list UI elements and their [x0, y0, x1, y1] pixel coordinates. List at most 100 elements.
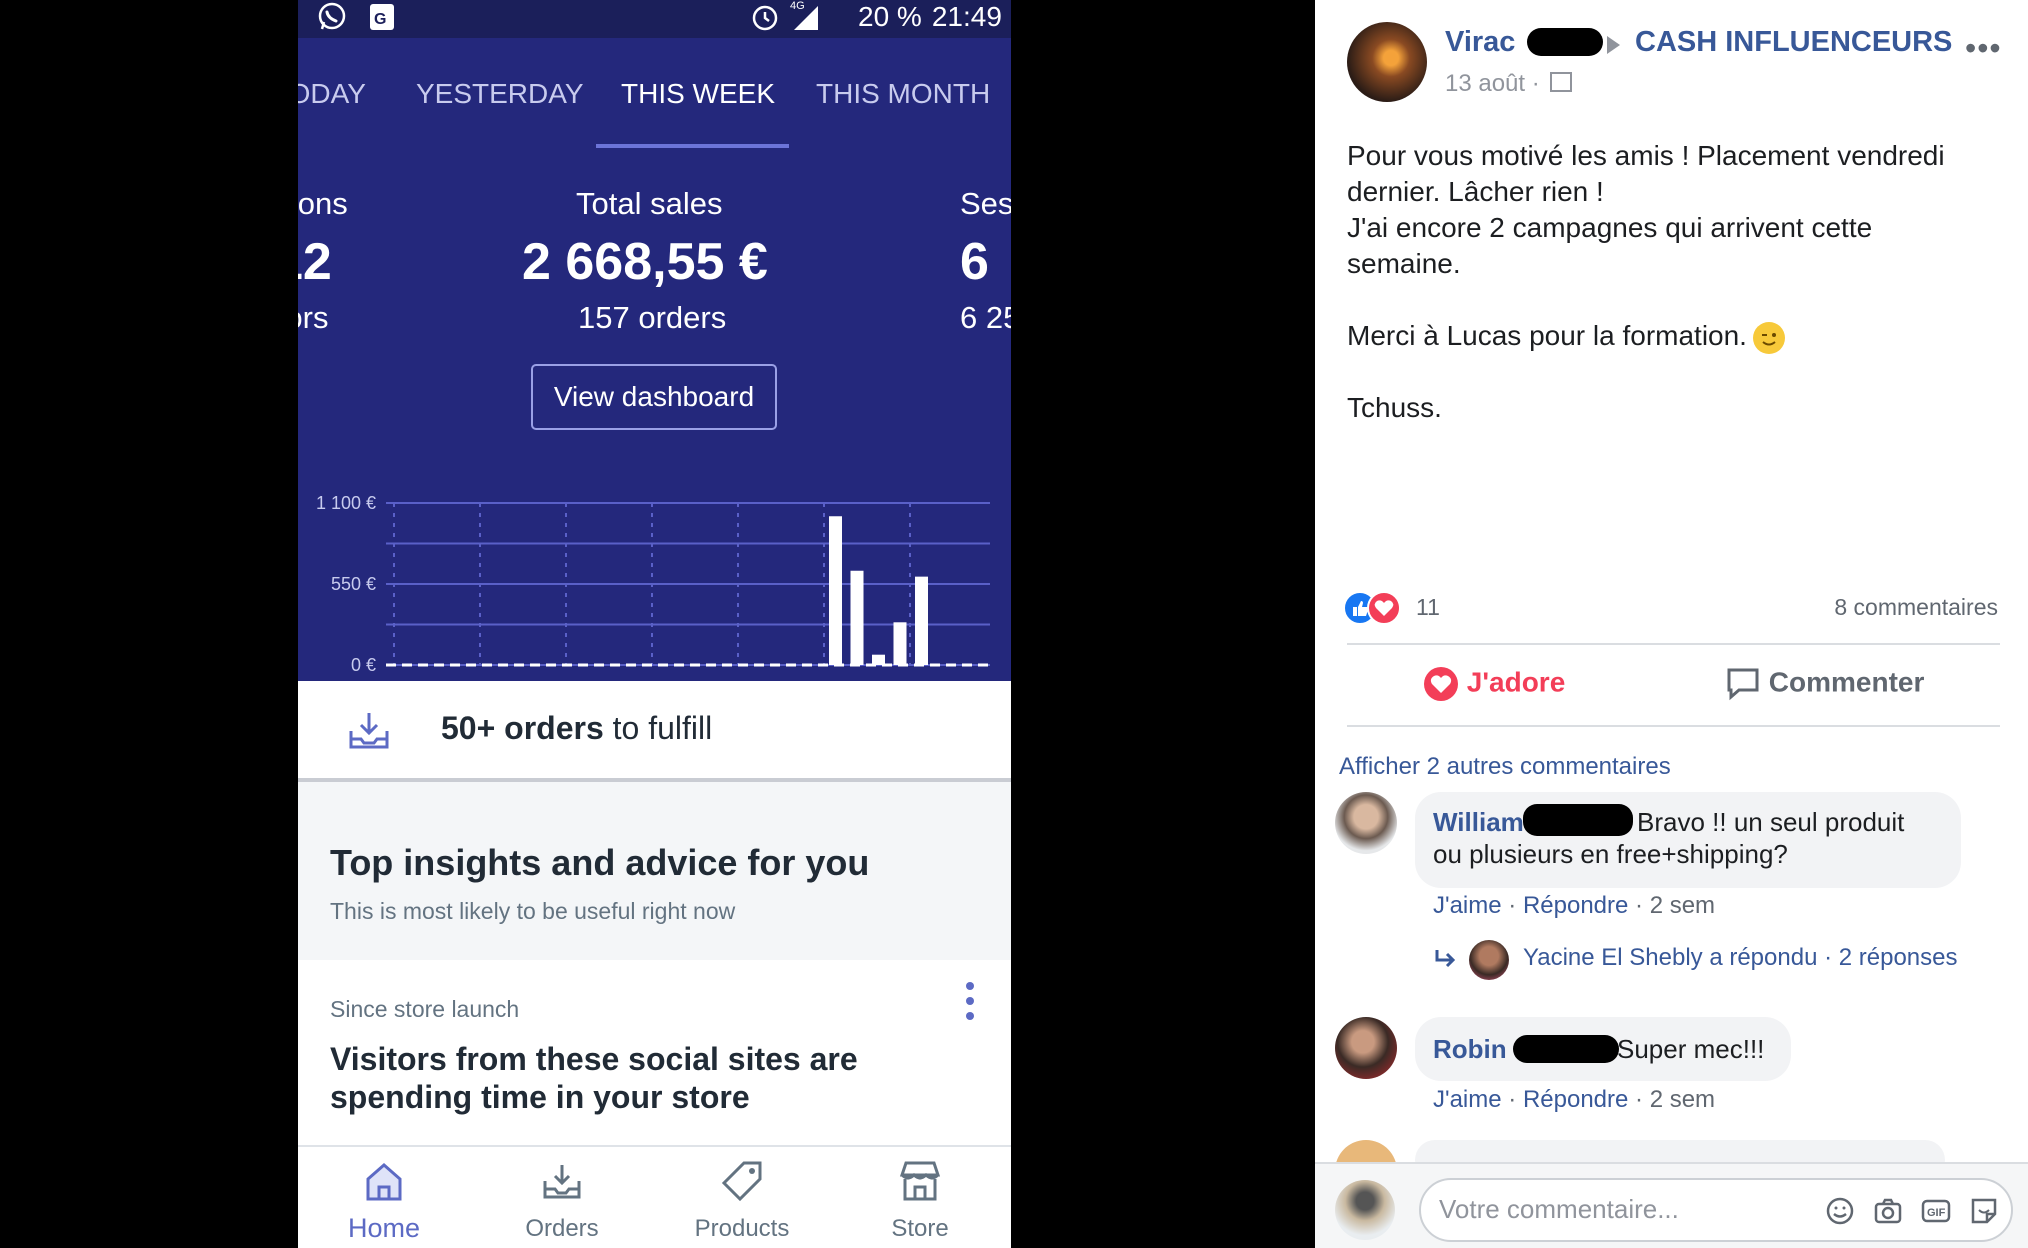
comment-bubble: Robin Super mec!!!	[1415, 1017, 1791, 1081]
fulfill-text: 50+ orders to fulfill	[441, 710, 712, 747]
total-sales-label: Total sales	[576, 186, 723, 221]
nav-store[interactable]: Store	[860, 1147, 980, 1248]
divider	[1347, 725, 2000, 727]
card-title: Visitors from these social sites are spe…	[330, 1041, 858, 1115]
tab-yesterday[interactable]: YESTERDAY	[416, 78, 584, 110]
group-privacy-icon	[1550, 72, 1572, 92]
author-name[interactable]: Virac	[1445, 26, 1515, 59]
post-body: Pour vous motivé les amis ! Placement ve…	[1347, 138, 1997, 426]
clock: 21:49	[931, 1, 1002, 32]
replies-summary-link[interactable]: Yacine El Shebly a répondu · 2 réponses	[1523, 944, 1958, 972]
nav-orders[interactable]: Orders	[502, 1147, 622, 1248]
nav-orders-label: Orders	[525, 1215, 599, 1242]
reactions-row: 11 8 commentaires	[1343, 591, 1998, 627]
comment-text: Bravo !! un seul produit	[1637, 807, 1905, 837]
facebook-post: Virac CASH INFLUENCEURS ••• 13 août · Po…	[1315, 0, 2028, 1248]
post-line: Pour vous motivé les amis ! Placement ve…	[1347, 140, 1945, 171]
tab-this-week[interactable]: THIS WEEK	[621, 78, 775, 110]
commenter-avatar[interactable]	[1335, 792, 1397, 854]
metric-right-value: 6	[960, 233, 989, 291]
sticker-icon[interactable]	[1969, 1196, 1999, 1226]
active-tab-indicator	[596, 144, 789, 148]
home-icon	[366, 1163, 402, 1201]
emoji-icon[interactable]	[1825, 1196, 1855, 1226]
gif-icon[interactable]: GIF	[1921, 1196, 1951, 1226]
reaction-count[interactable]: 11	[1416, 594, 1440, 621]
chart-bar	[893, 622, 907, 665]
post-thanks: Merci à Lucas pour la formation.	[1347, 320, 1747, 351]
card-since-label: Since store launch	[330, 996, 520, 1022]
svg-text:G: G	[374, 11, 386, 28]
view-dashboard-button[interactable]: View dashboard	[531, 364, 777, 430]
insights-subtitle: This is most likely to be useful right n…	[330, 898, 736, 924]
nav-store-label: Store	[891, 1215, 949, 1242]
comments-count[interactable]: 8 commentaires	[1834, 594, 1998, 621]
bottom-navigation: Home Orders Products Store	[298, 1145, 1011, 1248]
comment-reply-link[interactable]: Répondre	[1523, 892, 1628, 919]
comment-button[interactable]: Commenter	[1725, 666, 1924, 702]
camera-icon[interactable]	[1873, 1196, 1903, 1226]
insights-section: Top insights and advice for you This is …	[298, 782, 1011, 960]
commenter-avatar[interactable]	[1335, 1017, 1397, 1079]
more-horizontal-icon[interactable]: •••	[1965, 30, 2002, 67]
alarm-icon	[750, 2, 780, 32]
tab-today[interactable]: TODAY	[298, 78, 366, 110]
comment-bubble: William Bravo !! un seul produit ou plus…	[1415, 792, 1961, 888]
love-reaction-icon[interactable]	[1367, 591, 1401, 625]
commenter-name[interactable]: Robin	[1433, 1034, 1507, 1064]
nav-products[interactable]: Products	[682, 1147, 802, 1248]
orders-to-fulfill-banner[interactable]: 50+ orders to fulfill	[298, 681, 1011, 782]
total-sales-value: 2 668,55 €	[522, 233, 768, 291]
insight-card[interactable]: Since store launch Visitors from these s…	[298, 960, 1011, 1150]
chart-bar	[872, 654, 885, 665]
signal-icon: 4G	[788, 0, 822, 32]
post-line: Tchuss.	[1347, 392, 1442, 423]
sales-bar-chart: 0 €550 €1 100 €LUN.MAR.MER.JEU.VEN.SAM.	[316, 493, 990, 681]
battery-percent: 20 %	[858, 1, 922, 32]
comment-input-placeholder: Votre commentaire...	[1439, 1194, 1679, 1224]
comment-like-link[interactable]: J'aime	[1433, 892, 1502, 919]
metric-right-sub: 6 25	[960, 300, 1011, 335]
shopify-phone-screen: G 4G 20 % 21:49 TODAY YESTERDAY THIS WEE…	[298, 0, 1011, 1248]
current-user-avatar[interactable]	[1335, 1180, 1395, 1240]
heart-icon	[1424, 667, 1458, 701]
chart-bar	[829, 516, 842, 665]
chart-bar	[850, 570, 864, 665]
total-orders-count: 157 orders	[578, 300, 727, 335]
redaction-mark	[1513, 1035, 1619, 1063]
comment-text: Super mec!!!	[1617, 1034, 1765, 1064]
nav-home[interactable]: Home	[324, 1147, 444, 1248]
metric-left-value: 12	[298, 233, 332, 291]
chart-bar	[915, 576, 928, 665]
love-button[interactable]: J'adore	[1423, 666, 1565, 702]
author-avatar[interactable]	[1347, 22, 1427, 102]
comment-actions: J'aime · Répondre · 2 sem	[1433, 1086, 1716, 1113]
insights-title: Top insights and advice for you	[330, 842, 870, 883]
whatsapp-icon	[316, 2, 348, 32]
post-date[interactable]: 13 août ·	[1445, 70, 1540, 98]
post-line: dernier. Lâcher rien !	[1347, 176, 1604, 207]
comment-reply-link[interactable]: Répondre	[1523, 1086, 1628, 1113]
comment-age: 2 sem	[1649, 892, 1716, 919]
reply-arrow-icon	[1435, 950, 1456, 968]
svg-text:GIF: GIF	[1927, 1207, 1946, 1219]
group-name[interactable]: CASH INFLUENCEURS	[1635, 26, 1952, 59]
more-vertical-icon[interactable]	[963, 982, 977, 1022]
commenter-name[interactable]: William	[1433, 807, 1524, 837]
nav-products-label: Products	[694, 1215, 790, 1242]
comment-bubble-icon	[1727, 668, 1759, 701]
sales-dashboard-header: TODAY YESTERDAY THIS WEEK THIS MONTH Ses…	[298, 38, 1011, 681]
redaction-mark	[1523, 804, 1633, 836]
orders-icon	[543, 1165, 581, 1199]
comment-input[interactable]: Votre commentaire... GIF	[1419, 1178, 2013, 1242]
inbox-download-icon	[349, 713, 389, 749]
view-more-comments-link[interactable]: Afficher 2 autres commentaires	[1339, 753, 1671, 781]
fulfill-rest: to fulfill	[612, 710, 713, 746]
maps-icon: G	[368, 2, 396, 32]
comment-like-link[interactable]: J'aime	[1433, 1086, 1502, 1113]
metric-right-label: Sessions	[960, 186, 1011, 221]
comment-age: 2 sem	[1649, 1086, 1716, 1113]
replier-avatar[interactable]	[1469, 940, 1509, 980]
nav-home-label: Home	[347, 1213, 421, 1243]
tab-this-month[interactable]: THIS MONTH	[816, 78, 990, 110]
